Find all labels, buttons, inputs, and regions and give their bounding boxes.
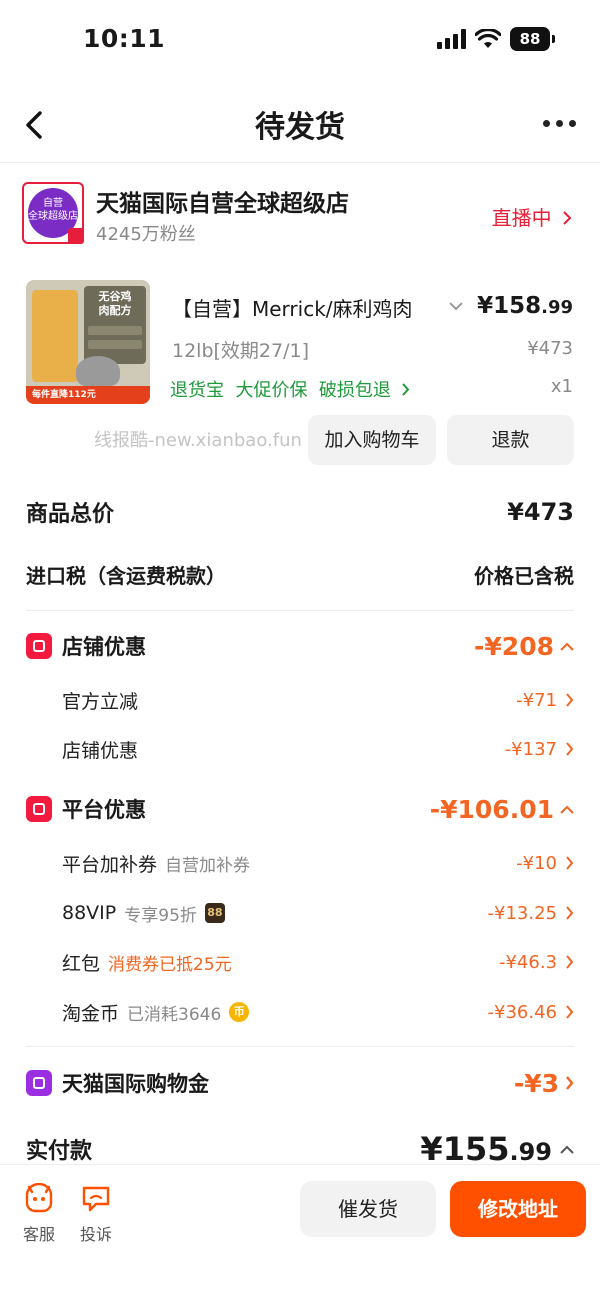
payment-label: 实付款 bbox=[26, 1139, 93, 1164]
complaint-button[interactable]: 投诉 bbox=[74, 1183, 118, 1245]
store-icon bbox=[26, 633, 52, 659]
shop-logo: 自营 全球超级店 bbox=[22, 182, 84, 244]
refund-button[interactable]: 退款 bbox=[447, 415, 574, 465]
total-value: ¥473 bbox=[507, 498, 574, 526]
chevron-right-icon bbox=[566, 1005, 574, 1019]
platform-discount-header[interactable]: 平台优惠 -¥106.01 bbox=[26, 789, 574, 829]
discount-item[interactable]: 平台加补券 自营加补券 -¥10 bbox=[62, 848, 574, 878]
chevron-right-icon bbox=[563, 211, 572, 225]
live-badge-icon bbox=[68, 228, 84, 244]
nav-bar: 待发货 bbox=[0, 94, 600, 156]
signal-icon bbox=[437, 29, 466, 49]
wallet-icon bbox=[26, 1070, 52, 1096]
status-icons: 88 bbox=[437, 27, 555, 51]
shop-header[interactable]: 自营 全球超级店 天猫国际自营全球超级店 4245万粉丝 直播中 bbox=[22, 182, 578, 245]
chevron-right-icon bbox=[566, 742, 574, 756]
cat-illustration bbox=[76, 356, 120, 386]
discount-item[interactable]: 淘金币 已消耗3646 币 -¥36.46 bbox=[62, 997, 574, 1027]
status-time: 10:11 bbox=[83, 24, 166, 53]
chevron-right-icon bbox=[566, 693, 574, 707]
divider bbox=[26, 610, 574, 611]
chevron-right-icon bbox=[401, 383, 409, 396]
store-discount-header[interactable]: 店铺优惠 -¥208 bbox=[26, 626, 574, 666]
discount-item[interactable]: 官方立减 -¥71 bbox=[62, 685, 574, 715]
product-original-price: ¥473 bbox=[527, 338, 573, 359]
payment-amount: ¥155.99 bbox=[420, 1130, 574, 1168]
chevron-up-icon bbox=[560, 1145, 574, 1154]
product-image[interactable]: 无谷鸡 肉配方 每件直降112元 bbox=[26, 280, 150, 404]
vip-88-badge-icon: 88 bbox=[204, 903, 225, 923]
divider bbox=[26, 1046, 574, 1047]
service-icon bbox=[25, 1182, 53, 1213]
bottom-bar: 客服 投诉 催发货 修改地址 bbox=[0, 1164, 600, 1300]
status-bar: 10:11 88 bbox=[0, 0, 600, 82]
chevron-down-icon[interactable] bbox=[448, 300, 464, 312]
wifi-icon bbox=[475, 29, 501, 48]
tax-row: 进口税（含运费税款） 价格已含税 bbox=[26, 560, 574, 589]
service-tags[interactable]: 退货宝 大促价保 破损包退 bbox=[170, 376, 410, 402]
page-title: 待发货 bbox=[255, 110, 345, 145]
tax-label: 进口税（含运费税款） bbox=[26, 564, 226, 588]
chevron-up-icon bbox=[560, 805, 574, 814]
urge-shipping-button[interactable]: 催发货 bbox=[300, 1181, 436, 1237]
change-address-button[interactable]: 修改地址 bbox=[450, 1181, 586, 1237]
chevron-right-icon bbox=[566, 906, 574, 920]
divider bbox=[0, 162, 600, 163]
chevron-right-icon bbox=[566, 856, 574, 870]
chevron-up-icon bbox=[560, 642, 574, 651]
product-spec: 12lb[效期27/1] bbox=[172, 340, 310, 362]
complaint-icon bbox=[82, 1186, 110, 1212]
watermark: 线报酷-new.xianbao.fun bbox=[94, 430, 302, 451]
discount-item[interactable]: 红包 消费券已抵25元 -¥46.3 bbox=[62, 947, 574, 977]
chevron-right-icon bbox=[566, 1076, 574, 1090]
chevron-right-icon bbox=[566, 955, 574, 969]
add-to-cart-button[interactable]: 加入购物车 bbox=[308, 415, 436, 465]
more-icon[interactable] bbox=[543, 120, 576, 127]
tax-value: 价格已含税 bbox=[474, 564, 574, 588]
customer-service-button[interactable]: 客服 bbox=[17, 1182, 61, 1245]
shopping-credit-row[interactable]: 天猫国际购物金 -¥3 bbox=[26, 1063, 574, 1103]
product-quantity: x1 bbox=[550, 376, 573, 397]
product-title[interactable]: 【自营】Merrick/麻利鸡肉 bbox=[172, 293, 440, 322]
battery-icon: 88 bbox=[510, 27, 555, 51]
live-link[interactable]: 直播中 bbox=[492, 202, 572, 231]
shop-name: 天猫国际自营全球超级店 bbox=[96, 191, 349, 217]
discount-item[interactable]: 店铺优惠 -¥137 bbox=[62, 734, 574, 764]
product-price: ¥158.99 bbox=[477, 293, 573, 319]
product-image-strip: 每件直降112元 bbox=[26, 386, 150, 404]
coupon-icon bbox=[26, 796, 52, 822]
shop-fans: 4245万粉丝 bbox=[96, 224, 196, 245]
discount-item[interactable]: 88VIP 专享95折 88 -¥13.25 bbox=[62, 898, 574, 928]
total-row: 商品总价 ¥473 bbox=[26, 496, 574, 528]
total-label: 商品总价 bbox=[26, 502, 115, 527]
coin-icon: 币 bbox=[229, 1002, 250, 1022]
